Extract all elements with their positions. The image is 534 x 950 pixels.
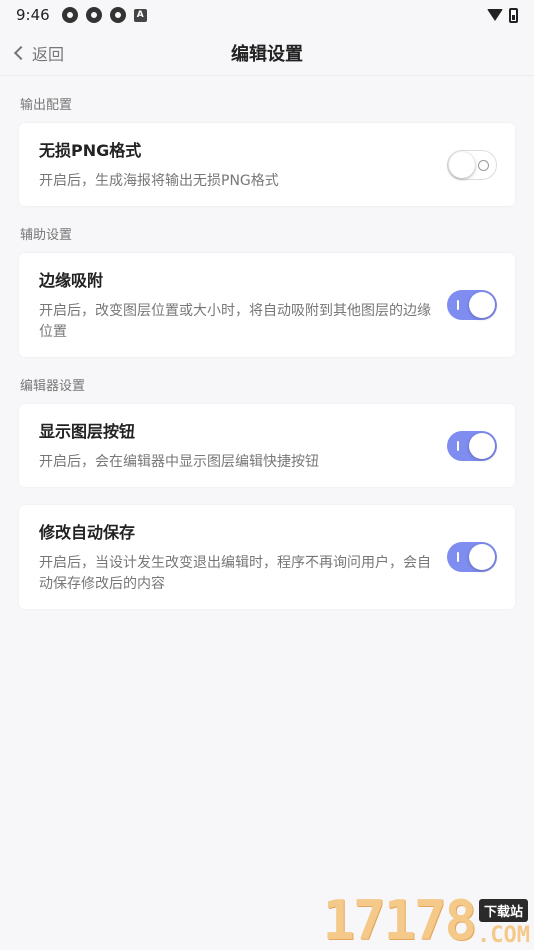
setting-title: 无损PNG格式	[39, 141, 142, 160]
setting-description: 开启后，改变图层位置或大小时，将自动吸附到其他图层的边缘位置	[39, 303, 431, 340]
setting-edge-snap: 边缘吸附 开启后，改变图层位置或大小时，将自动吸附到其他图层的边缘位置	[19, 253, 515, 357]
page-title: 编辑设置	[231, 43, 303, 65]
status-notification-icons: A	[61, 7, 147, 23]
watermark-digits: 17178	[322, 889, 477, 950]
lossless-png-toggle[interactable]	[447, 149, 497, 180]
notification-app-icon	[109, 7, 126, 23]
toggle-knob	[449, 151, 475, 178]
section-label-output: 输出配置	[20, 98, 73, 113]
status-bar: 9:46 A	[0, 0, 534, 30]
section-label-assist: 辅助设置	[20, 228, 73, 243]
toggle-off-indicator-icon	[478, 159, 489, 171]
back-label: 返回	[32, 44, 65, 64]
setting-text: 修改自动保存 开启后，当设计发生改变退出编辑时，程序不再询问用户，会自动保存修改…	[39, 519, 447, 595]
status-system-icons	[487, 7, 518, 23]
setting-text: 无损PNG格式 开启后，生成海报将输出无损PNG格式	[39, 137, 447, 192]
top-app-bar: 返回 编辑设置	[0, 30, 534, 76]
setting-description: 开启后，会在编辑器中显示图层编辑快捷按钮	[39, 454, 319, 470]
battery-icon	[509, 7, 518, 23]
setting-show-layer-button: 显示图层按钮 开启后，会在编辑器中显示图层编辑快捷按钮	[19, 404, 515, 487]
setting-description: 开启后，当设计发生改变退出编辑时，程序不再询问用户，会自动保存修改后的内容	[39, 555, 431, 592]
setting-description: 开启后，生成海报将输出无损PNG格式	[39, 173, 279, 189]
watermark-right: 下载站 .COM	[477, 899, 530, 948]
section-label-editor: 编辑器设置	[20, 379, 86, 394]
status-time: 9:46	[16, 6, 50, 24]
notification-app-icon	[61, 7, 78, 23]
setting-title: 显示图层按钮	[39, 422, 136, 441]
toggle-knob	[469, 292, 495, 318]
chevron-left-icon	[13, 45, 29, 60]
back-button[interactable]: 返回	[13, 41, 65, 65]
wifi-icon	[487, 9, 503, 21]
notification-a-icon: A	[133, 8, 147, 22]
edge-snap-toggle[interactable]	[447, 290, 497, 320]
watermark-suffix: .COM	[477, 923, 530, 948]
setting-auto-save: 修改自动保存 开启后，当设计发生改变退出编辑时，程序不再询问用户，会自动保存修改…	[19, 505, 515, 609]
toggle-on-indicator-icon	[457, 440, 459, 451]
show-layer-button-toggle[interactable]	[447, 430, 497, 461]
site-watermark: 17178 下载站 .COM	[322, 894, 530, 948]
setting-title: 边缘吸附	[39, 271, 104, 290]
setting-title: 修改自动保存	[39, 523, 136, 542]
toggle-on-indicator-icon	[457, 300, 459, 310]
setting-text: 显示图层按钮 开启后，会在编辑器中显示图层编辑快捷按钮	[39, 418, 447, 473]
setting-text: 边缘吸附 开启后，改变图层位置或大小时，将自动吸附到其他图层的边缘位置	[39, 267, 447, 343]
toggle-knob	[469, 544, 495, 570]
watermark-badge: 下载站	[479, 899, 529, 922]
toggle-knob	[469, 432, 495, 459]
setting-lossless-png: 无损PNG格式 开启后，生成海报将输出无损PNG格式	[19, 123, 515, 206]
toggle-on-indicator-icon	[457, 552, 459, 562]
auto-save-toggle[interactable]	[447, 542, 497, 572]
notification-app-icon	[85, 7, 102, 23]
